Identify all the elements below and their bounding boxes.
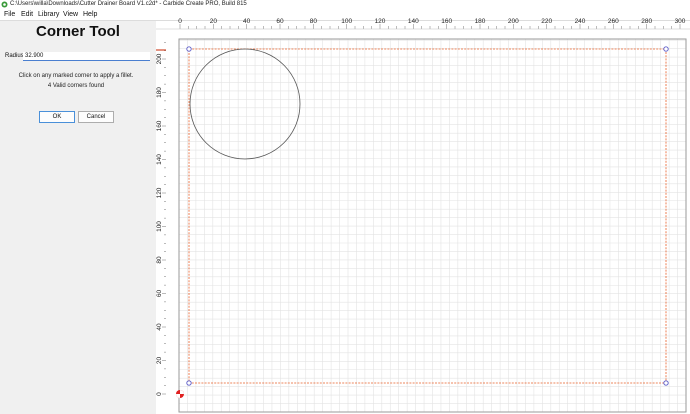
origin-marker-icon [176, 390, 184, 398]
menu-file[interactable]: File [4, 9, 15, 20]
corner-marker-icon[interactable] [186, 380, 192, 386]
panel-title: Corner Tool [36, 23, 120, 40]
carbide-create-icon [1, 1, 8, 8]
ok-button[interactable]: OK [39, 111, 75, 123]
cancel-button[interactable]: Cancel [78, 111, 114, 123]
menu-edit[interactable]: Edit [21, 9, 33, 20]
grid [178, 39, 687, 413]
corner-count-status: 4 Valid corners found [47, 83, 105, 89]
window-title: C:\Users\willa\Downloads\Cutter Drainer … [10, 1, 247, 7]
corner-marker-icon[interactable] [663, 46, 669, 52]
menu-library[interactable]: Library [38, 9, 59, 20]
corner-tool-panel: Corner Tool Radius Click on any marked c… [0, 21, 156, 414]
menu-help[interactable]: Help [83, 9, 97, 20]
radius-input[interactable] [23, 52, 150, 61]
title-bar: C:\Users\willa\Downloads\Cutter Drainer … [0, 0, 690, 9]
corner-marker-icon[interactable] [663, 380, 669, 386]
instruction-text: Click on any marked corner to apply a fi… [18, 73, 134, 79]
radius-label: Radius [5, 53, 24, 59]
menu-view[interactable]: View [63, 9, 78, 20]
corner-marker-icon[interactable] [186, 46, 192, 52]
design-canvas[interactable] [156, 21, 690, 414]
